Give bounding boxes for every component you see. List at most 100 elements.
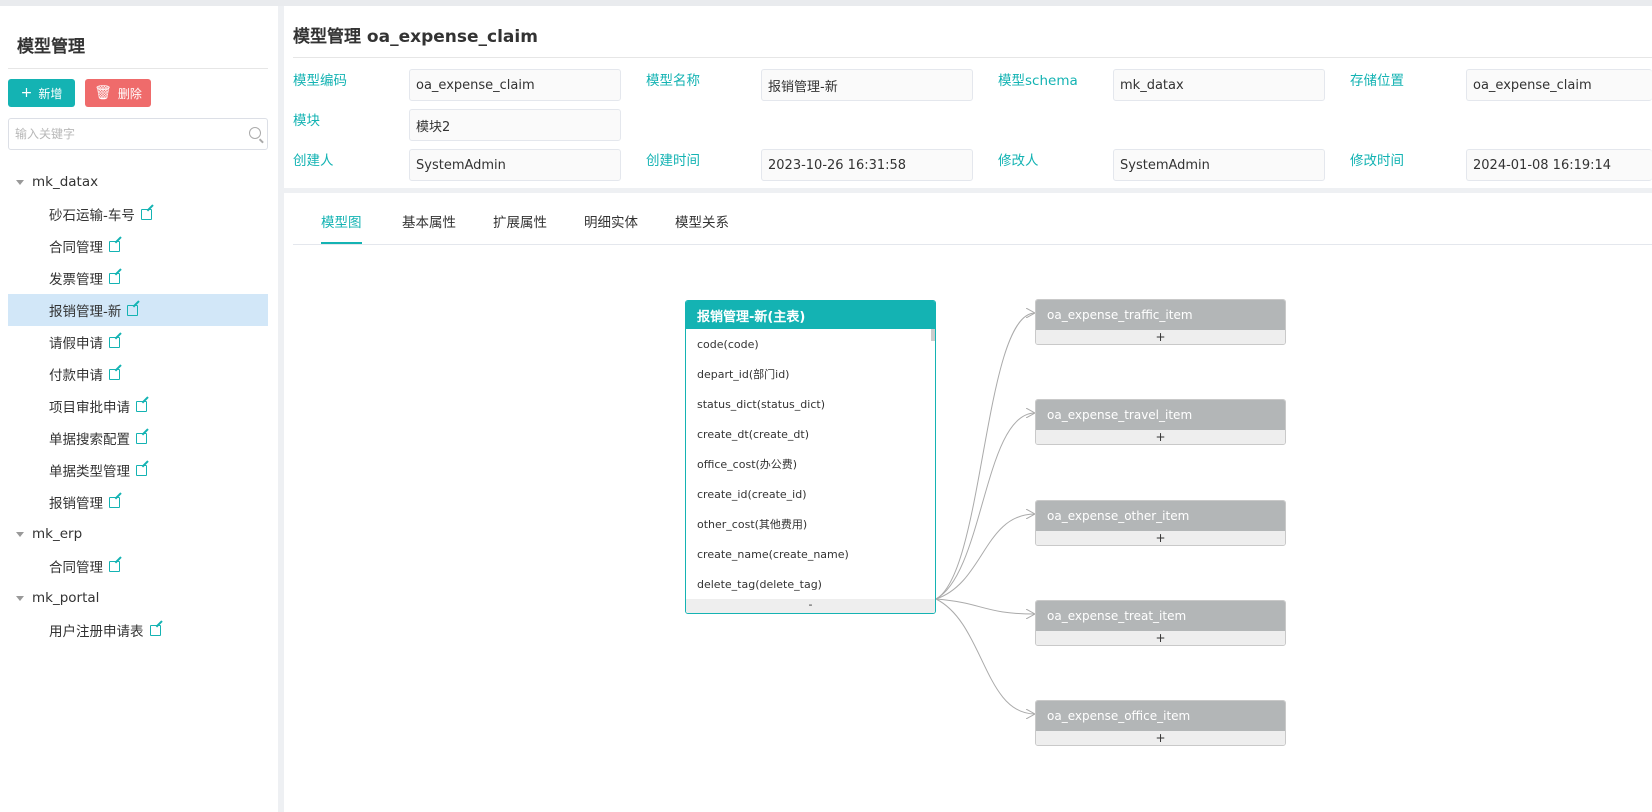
expand-button[interactable]: +	[1036, 430, 1285, 444]
modify-time-field[interactable]: 2024-01-08 16:19:14	[1466, 149, 1652, 181]
create-time-label: 创建时间	[646, 153, 700, 169]
expand-button[interactable]: +	[1036, 330, 1285, 344]
tree-group-label: mk_erp	[32, 526, 83, 542]
model-code-label: 模型编码	[293, 73, 347, 89]
modify-time-label: 修改时间	[1350, 153, 1404, 169]
model-code-field[interactable]: oa_expense_claim	[409, 69, 621, 101]
tree-item[interactable]: 单据类型管理	[8, 454, 268, 486]
tree-item[interactable]: 用户注册申请表	[8, 614, 268, 646]
edit-icon[interactable]	[136, 464, 147, 476]
tree-item[interactable]: 单据搜索配置	[8, 422, 268, 454]
schema-field[interactable]: mk_datax	[1113, 69, 1325, 101]
sub-entity-table[interactable]: oa_expense_office_item +	[1035, 700, 1286, 746]
sidebar-title: 模型管理	[17, 37, 85, 57]
relation-link	[935, 598, 1035, 714]
main-entity-table[interactable]: 报销管理-新(主表) code(code) depart_id(部门id) st…	[685, 300, 936, 614]
edit-icon[interactable]	[109, 272, 120, 284]
expand-button[interactable]: +	[1036, 631, 1285, 645]
edit-icon[interactable]	[109, 336, 120, 348]
sub-entity-table[interactable]: oa_expense_travel_item +	[1035, 399, 1286, 445]
edit-icon[interactable]	[127, 304, 139, 316]
tree-item[interactable]: 发票管理	[8, 262, 268, 294]
search-input[interactable]	[9, 119, 229, 149]
creator-field[interactable]: SystemAdmin	[409, 149, 621, 181]
edit-icon[interactable]	[109, 368, 120, 380]
sidebar-divider	[8, 68, 268, 69]
edit-icon[interactable]	[149, 624, 161, 636]
modifier-field[interactable]: SystemAdmin	[1113, 149, 1325, 181]
sub-entity-table[interactable]: oa_expense_traffic_item +	[1035, 299, 1286, 345]
entity-field: create_name(create_name)	[697, 547, 849, 561]
tree-item-label: 付款申请	[49, 368, 103, 384]
expand-button[interactable]: +	[1036, 731, 1285, 745]
main-entity-title: 报销管理-新(主表)	[686, 301, 935, 329]
tree-item[interactable]: 砂石运输-车号	[8, 198, 268, 230]
model-header: 模型管理 oa_expense_claim 模型编码 oa_expense_cl…	[284, 6, 1652, 188]
tree-item[interactable]: 合同管理	[8, 230, 268, 262]
header-divider	[293, 57, 1652, 58]
trash-icon: 🗑	[94, 85, 112, 101]
relation-link	[935, 598, 1035, 614]
model-tree: mk_datax 砂石运输-车号 合同管理 发票管理 报销管理-新 请假申请 付…	[8, 166, 268, 646]
delete-button-label: 删除	[117, 86, 142, 101]
model-name-field[interactable]: 报销管理-新	[761, 69, 973, 101]
caret-down-icon[interactable]	[16, 531, 24, 537]
add-button-label: 新增	[38, 86, 63, 101]
edit-icon[interactable]	[140, 208, 152, 220]
create-time-field[interactable]: 2023-10-26 16:31:58	[761, 149, 973, 181]
collapse-button[interactable]: -	[686, 599, 935, 613]
sub-entity-title: oa_expense_office_item	[1036, 701, 1285, 731]
delete-button[interactable]: 🗑 删除	[85, 79, 151, 107]
edit-icon[interactable]	[136, 400, 147, 412]
tree-group-mk-erp[interactable]: mk_erp	[8, 518, 268, 550]
edit-icon[interactable]	[109, 240, 120, 252]
tree-item-label: 合同管理	[49, 240, 103, 256]
tree-item-active[interactable]: 报销管理-新	[8, 294, 268, 326]
tree-item-label: 项目审批申请	[49, 400, 130, 416]
tree-item[interactable]: 项目审批申请	[8, 390, 268, 422]
caret-down-icon[interactable]	[16, 179, 24, 185]
tree-item[interactable]: 请假申请	[8, 326, 268, 358]
entity-field: code(code)	[697, 337, 759, 351]
module-field[interactable]: 模块2	[409, 109, 621, 141]
sub-entity-table[interactable]: oa_expense_other_item +	[1035, 500, 1286, 546]
edit-icon[interactable]	[109, 496, 120, 508]
relation-link	[935, 313, 1035, 600]
entity-field: depart_id(部门id)	[697, 368, 790, 381]
tree-group-label: mk_datax	[32, 174, 99, 190]
tree-item-label: 报销管理-新	[49, 304, 122, 320]
model-body: 模型图 基本属性 扩展属性 明细实体 模型关系 报销管理-新(主表) code(…	[284, 193, 1652, 812]
entity-field: create_dt(create_dt)	[697, 427, 810, 441]
sub-entity-title: oa_expense_treat_item	[1036, 601, 1285, 631]
scrollbar[interactable]	[931, 329, 935, 341]
tree-group-mk-datax[interactable]: mk_datax	[8, 166, 268, 198]
add-button[interactable]: + 新增	[8, 79, 75, 107]
sidebar: 模型管理 + 新增 🗑 删除 mk_datax 砂石运输-车号 合同管理 发票管…	[0, 6, 278, 812]
edit-icon[interactable]	[109, 560, 120, 572]
tree-item-label: 单据搜索配置	[49, 432, 130, 448]
tree-item[interactable]: 报销管理	[8, 486, 268, 518]
sub-entity-table[interactable]: oa_expense_treat_item +	[1035, 600, 1286, 646]
caret-down-icon[interactable]	[16, 595, 24, 601]
modifier-label: 修改人	[998, 153, 1039, 169]
tree-group-mk-portal[interactable]: mk_portal	[8, 582, 268, 614]
tree-item-label: 单据类型管理	[49, 464, 130, 480]
expand-button[interactable]: +	[1036, 531, 1285, 545]
entity-field: other_cost(其他费用)	[697, 518, 808, 531]
tree-item-label: 合同管理	[49, 560, 103, 576]
sub-entity-title: oa_expense_traffic_item	[1036, 300, 1285, 330]
relation-links	[935, 193, 1652, 812]
model-diagram: 报销管理-新(主表) code(code) depart_id(部门id) st…	[284, 193, 1652, 812]
tree-group-label: mk_portal	[32, 590, 100, 606]
tree-item[interactable]: 付款申请	[8, 358, 268, 390]
search-icon[interactable]	[249, 127, 261, 139]
creator-label: 创建人	[293, 153, 334, 169]
search-box	[8, 118, 268, 150]
storage-field[interactable]: oa_expense_claim	[1466, 69, 1652, 101]
sub-entity-title: oa_expense_other_item	[1036, 501, 1285, 531]
entity-field: create_id(create_id)	[697, 487, 807, 501]
tree-item-label: 请假申请	[49, 336, 103, 352]
tree-item[interactable]: 合同管理	[8, 550, 268, 582]
edit-icon[interactable]	[136, 432, 147, 444]
tree-item-label: 发票管理	[49, 272, 103, 288]
